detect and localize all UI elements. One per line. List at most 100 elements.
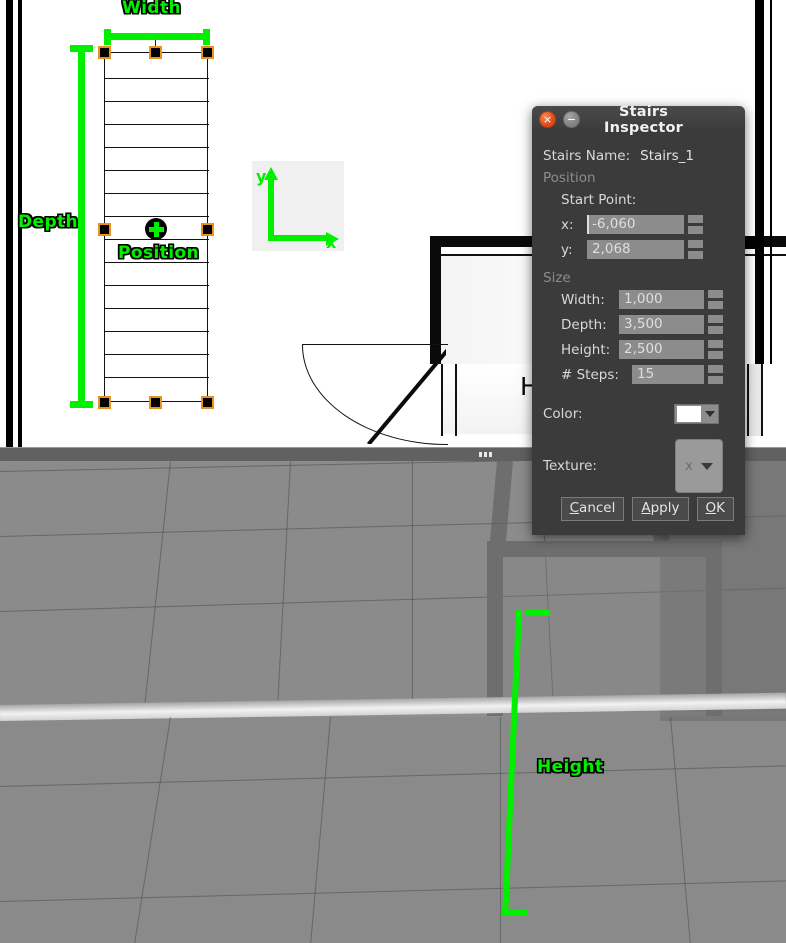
furniture-frame [487,541,722,716]
width-input[interactable] [619,290,704,309]
color-label: Color: [543,406,583,422]
tread-line [105,124,209,126]
minimize-glyph: − [566,113,577,126]
tread-line [105,101,209,103]
floor-near [0,717,786,943]
x-row: x: [543,212,734,237]
apply-button[interactable]: Apply [632,497,689,521]
ok-button[interactable]: OK [696,497,734,521]
y-input[interactable] [587,240,684,259]
width-dimension-cap-left [104,29,111,45]
resize-handle-middle-left[interactable] [98,223,111,236]
position-marker[interactable] [145,218,167,240]
wall-far-outer [755,0,764,364]
stairs-name-label: Stairs Name: [543,147,631,164]
dialog-body: Stairs Name: Stairs_1 Position Start Poi… [532,133,745,493]
height-dimension-cap-top [525,610,550,616]
tread-line [105,308,209,310]
height-annotation-label: Height [537,757,604,777]
resize-handle-top-center[interactable] [149,46,162,59]
steps-input[interactable] [632,365,704,384]
width-dimension-cap-right [203,29,210,45]
x-input[interactable] [587,215,684,234]
depth-dimension-cap-top [70,45,93,52]
color-swatch [676,406,701,422]
texture-value: x [685,458,693,474]
start-point-row: Start Point: [543,187,734,212]
axis-x-label: x [326,233,337,252]
y-spinner[interactable] [688,240,703,259]
color-row: Color: [543,399,734,429]
tread-line [105,377,209,379]
width-spinner[interactable] [708,290,723,309]
chevron-down-icon [700,462,713,470]
height-input[interactable] [619,340,704,359]
size-section-header: Size [543,270,571,286]
texture-dropdown[interactable]: x [674,439,723,493]
width-row: Width: [543,287,734,312]
dialog-titlebar[interactable]: × − Stairs Inspector [532,103,745,136]
resize-handle-top-left[interactable] [98,46,111,59]
height-label: Height: [561,341,611,358]
resize-handle-bottom-center[interactable] [149,396,162,409]
tread-line [105,193,209,195]
steps-label: # Steps: [561,366,619,383]
tread-line [105,147,209,149]
close-glyph: × [542,113,553,126]
depth-input[interactable] [619,315,704,334]
close-icon[interactable]: × [539,111,556,128]
wall-far-inner [770,0,772,364]
texture-row: Texture: x [543,439,734,493]
height-dimension-cap-bottom [502,910,527,916]
x-spinner[interactable] [688,215,703,234]
resize-handle-middle-right[interactable] [201,223,214,236]
steps-spinner[interactable] [708,365,723,384]
height-row: Height: [543,337,734,362]
axis-y-label: y [256,167,267,186]
wall-lower-d [761,364,763,436]
tread-line [105,331,209,333]
position-section-header: Position [543,170,596,186]
start-point-label: Start Point: [561,191,637,208]
y-row: y: [543,237,734,262]
resize-handle-bottom-right[interactable] [201,396,214,409]
depth-spinner[interactable] [708,315,723,334]
height-spinner[interactable] [708,340,723,359]
resize-handle-top-right[interactable] [201,46,214,59]
resize-handle-bottom-left[interactable] [98,396,111,409]
dialog-title: Stairs Inspector [603,103,683,136]
cancel-button[interactable]: Cancel [560,497,625,521]
wall-lower-b [455,364,457,436]
width-annotation-label: Width [122,0,181,18]
stairs-name-row: Stairs Name: Stairs_1 [543,143,734,168]
width-label: Width: [561,291,605,308]
depth-row: Depth: [543,312,734,337]
steps-row: # Steps: [543,362,734,387]
stairs-inspector-dialog[interactable]: × − Stairs Inspector Stairs Name: Stairs… [532,103,745,535]
axis-gizmo: y x [252,161,344,252]
position-annotation-label: Position [118,243,200,263]
axis-y-line [268,179,274,241]
stairs-name-value: Stairs_1 [640,147,694,164]
grid-line [412,461,413,711]
tread-line [105,354,209,356]
depth-label: Depth: [561,316,607,333]
depth-annotation-label: Depth [18,212,79,232]
wall-lower-c [747,364,749,436]
tread-line [105,78,209,80]
grid-line [500,717,501,943]
splitter-grip-icon[interactable] [479,452,492,457]
depth-dimension-cap-bottom [70,401,93,408]
color-dropdown[interactable] [673,404,719,424]
wall-left-outer [6,0,13,447]
depth-dimension-line [78,45,85,408]
door-swing-arc [302,344,448,445]
application-root: H Width Depth Position y x Height × − St… [0,0,786,943]
chevron-down-icon [704,411,715,417]
y-label: y: [561,241,573,258]
dialog-button-bar: Cancel Apply OK [532,497,745,521]
position-marker-cross-v [153,221,159,237]
width-dimension-line [104,33,210,40]
minimize-icon[interactable]: − [563,111,580,128]
tread-line [105,170,209,172]
